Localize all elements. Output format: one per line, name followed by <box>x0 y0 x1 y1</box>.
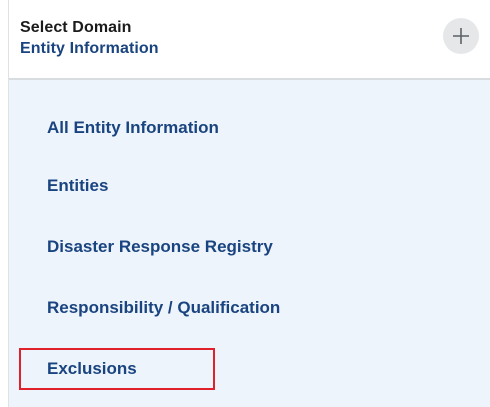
plus-icon <box>453 28 469 44</box>
domain-menu: All Entity Information Entities Disaster… <box>9 80 490 407</box>
menu-item-entities[interactable]: Entities <box>47 176 108 196</box>
selected-domain: Entity Information <box>20 40 159 57</box>
menu-item-all-entity-information[interactable]: All Entity Information <box>47 118 219 138</box>
menu-item-exclusions[interactable]: Exclusions <box>47 359 137 379</box>
domain-panel: Select Domain Entity Information All Ent… <box>8 0 490 407</box>
expand-domain-button[interactable] <box>443 18 479 54</box>
domain-selector[interactable]: Select Domain Entity Information <box>9 0 490 80</box>
domain-selector-label: Select Domain <box>20 19 132 36</box>
menu-item-responsibility-qualification[interactable]: Responsibility / Qualification <box>47 298 280 318</box>
menu-item-disaster-response-registry[interactable]: Disaster Response Registry <box>47 237 273 257</box>
